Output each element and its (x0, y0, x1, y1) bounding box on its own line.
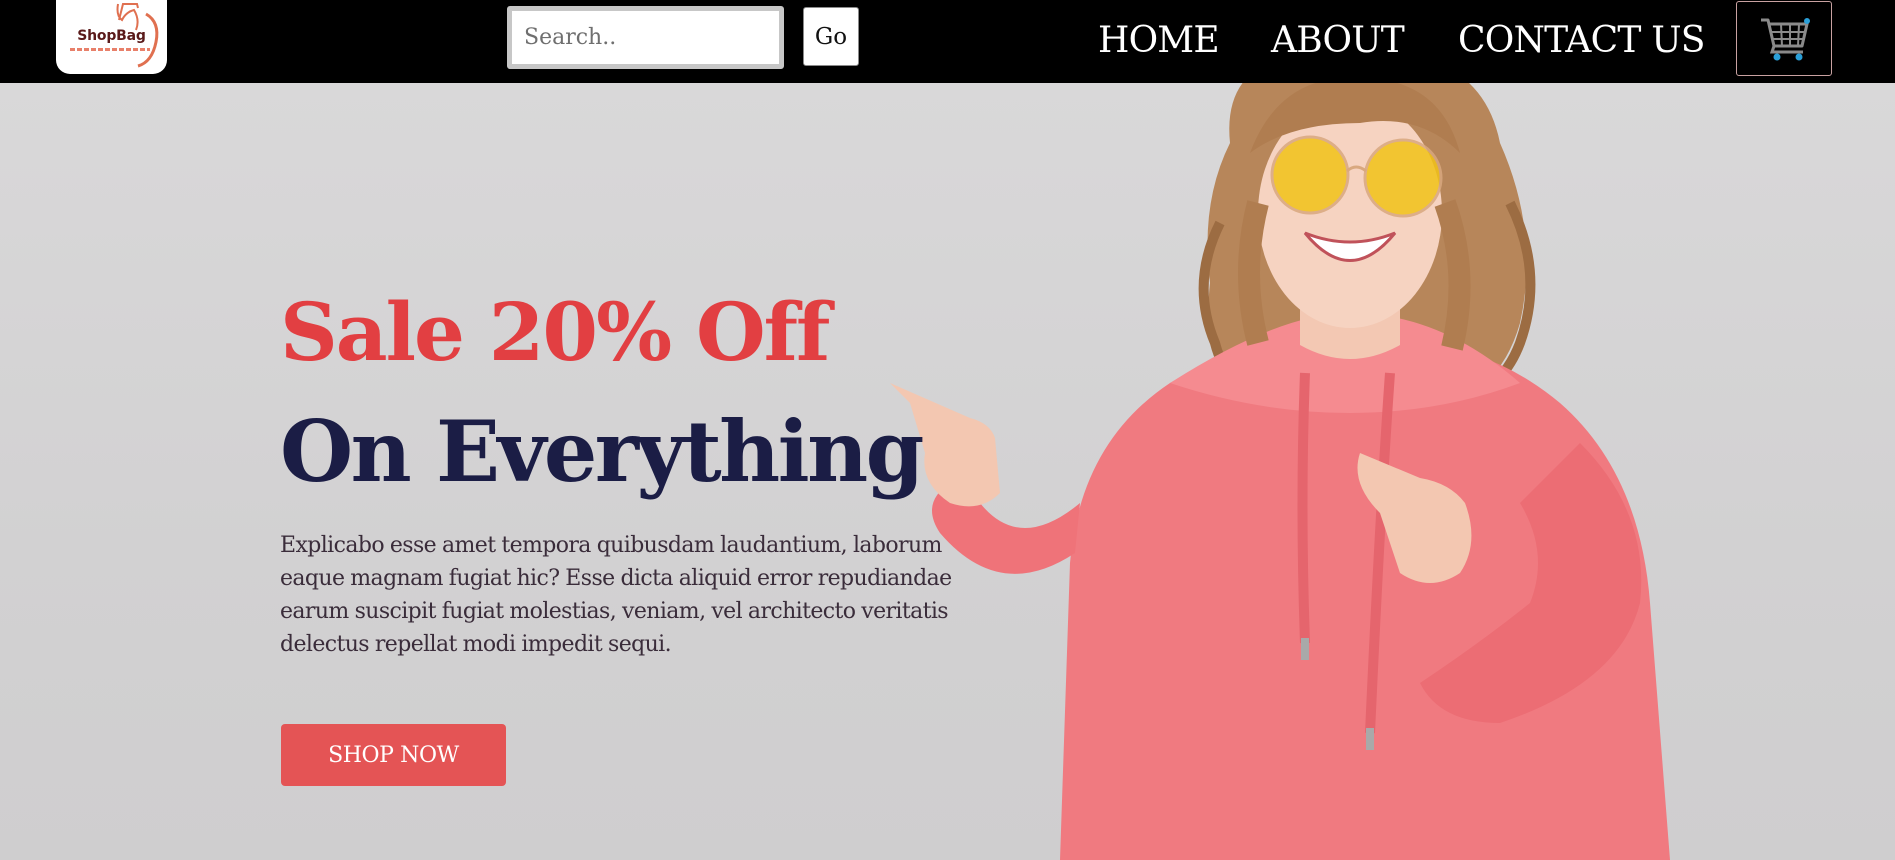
nav-link-about[interactable]: ABOUT (1271, 18, 1405, 64)
sale-headline: Sale 20% Off (280, 285, 830, 379)
hero-model-image (890, 83, 1670, 860)
on-everything-headline: On Everything (280, 402, 924, 501)
hero-description: Explicabo esse amet tempora quibusdam la… (280, 533, 952, 657)
nav-link-contact-us[interactable]: CONTACT US (1458, 18, 1705, 64)
shopping-cart-icon (1761, 18, 1810, 61)
shopbag-logo[interactable]: ShopBag (56, 0, 167, 74)
logo-tagline-mark (70, 48, 150, 51)
shop-now-button[interactable]: SHOP NOW (281, 724, 506, 786)
hero-banner: Sale 20% Off On Everything Explicabo ess… (0, 83, 1895, 860)
search-go-button[interactable]: Go (803, 7, 859, 66)
top-navbar: ShopBag Go HOME ABOUT CONTACT US (0, 0, 1895, 83)
logo-text: ShopBag (77, 28, 146, 44)
search-input[interactable] (507, 6, 784, 69)
cart-button[interactable] (1736, 1, 1832, 76)
nav-link-home[interactable]: HOME (1098, 18, 1220, 64)
